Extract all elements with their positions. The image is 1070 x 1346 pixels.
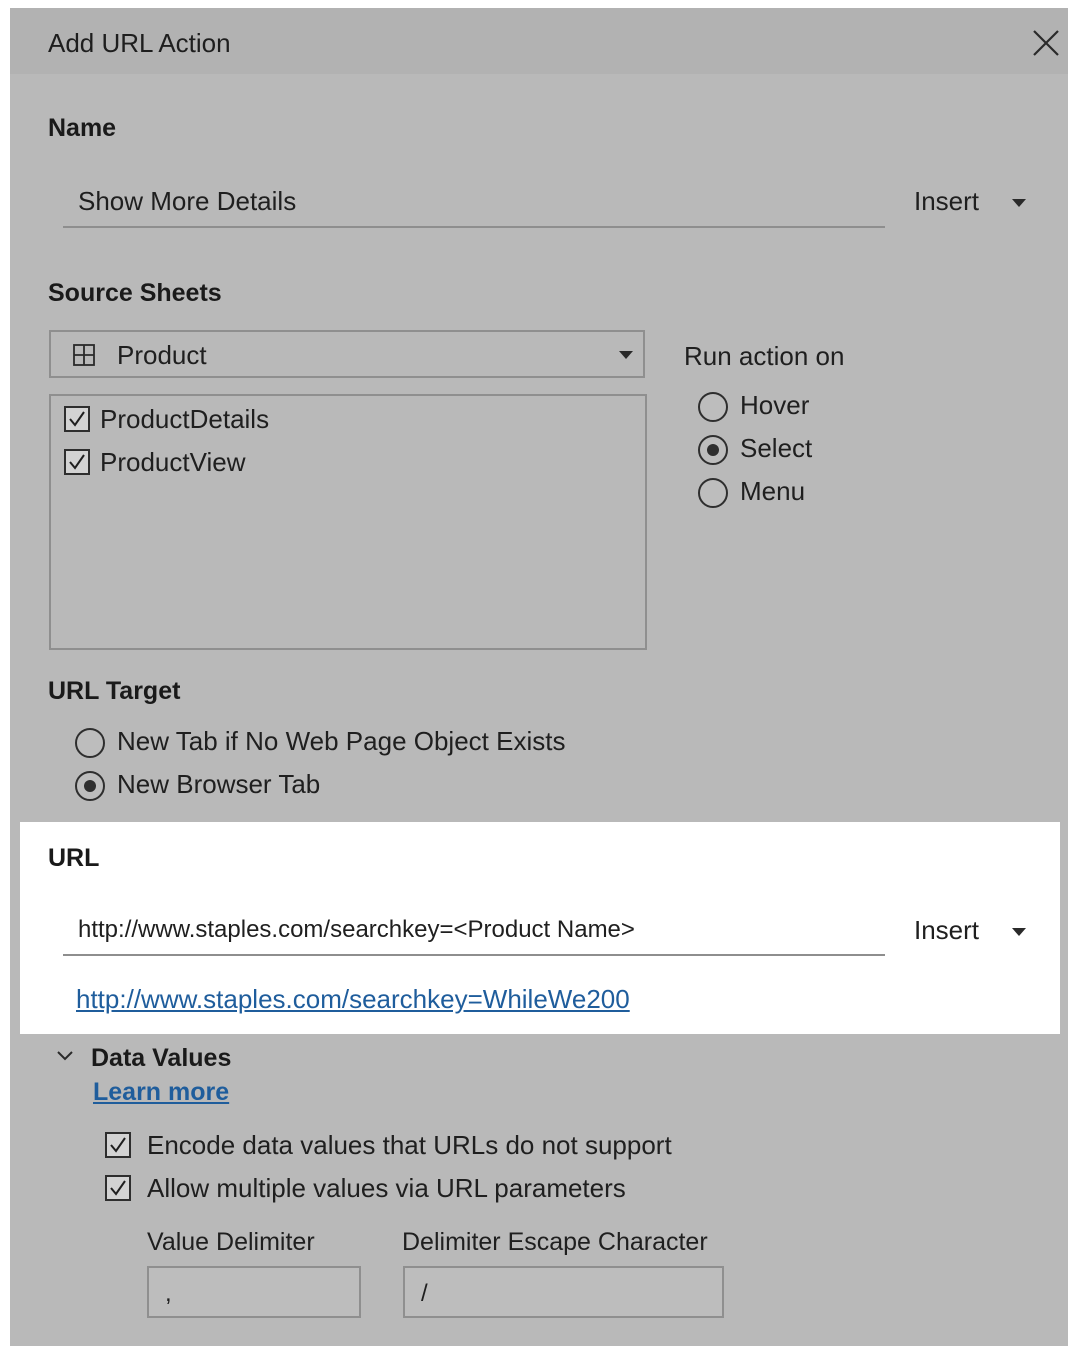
dialog-title: Add URL Action [48, 28, 231, 58]
radio-button[interactable] [698, 392, 728, 422]
radio-label: Hover [740, 390, 810, 420]
name-section-label: Name [48, 114, 117, 142]
name-insert-dropdown[interactable]: Insert [914, 184, 1044, 224]
checkmark-icon [110, 1137, 126, 1153]
name-input-value: Show More Details [78, 186, 297, 216]
radio-label: Select [740, 433, 813, 463]
radio-new-tab-if-none[interactable]: New Tab if No Web Page Object Exists [75, 726, 775, 760]
radio-button[interactable] [698, 478, 728, 508]
name-input[interactable]: Show More Details [63, 180, 885, 228]
url-insert-label: Insert [914, 915, 980, 945]
source-sheets-label: Source Sheets [48, 279, 222, 307]
url-target-label: URL Target [48, 677, 181, 705]
sheet-checkbox[interactable] [64, 406, 90, 432]
url-input[interactable]: http://www.staples.com/searchkey=<Produc… [63, 910, 885, 956]
close-icon[interactable] [1031, 28, 1061, 58]
add-url-action-dialog: Add URL Action Name Show More Details In… [10, 8, 1068, 1346]
sheet-item-label: ProductView [100, 447, 246, 477]
checkmark-icon [110, 1180, 126, 1196]
name-insert-label: Insert [914, 186, 980, 216]
encode-checkbox[interactable] [105, 1132, 131, 1158]
data-values-label[interactable]: Data Values [91, 1044, 231, 1073]
sheet-item[interactable]: ProductView [64, 447, 624, 479]
datasource-select-value: Product [117, 340, 207, 370]
radio-button[interactable] [75, 728, 105, 758]
checkmark-icon [69, 454, 85, 470]
run-action-label: Run action on [684, 341, 845, 371]
sheet-item-label: ProductDetails [100, 404, 270, 434]
chevron-down-icon [1012, 199, 1026, 207]
url-insert-dropdown[interactable]: Insert [914, 913, 1044, 953]
radio-label: Menu [740, 476, 806, 506]
chevron-down-icon [1012, 928, 1026, 936]
value-delimiter-label: Value Delimiter [147, 1228, 315, 1256]
encode-data-option[interactable]: Encode data values that URLs do not supp… [105, 1130, 805, 1162]
checkmark-icon [69, 411, 85, 427]
allow-multiple-label: Allow multiple values via URL parameters [147, 1173, 626, 1203]
allow-multiple-option[interactable]: Allow multiple values via URL parameters [105, 1173, 805, 1205]
allow-multiple-checkbox[interactable] [105, 1175, 131, 1201]
escape-char-label: Delimiter Escape Character [402, 1228, 708, 1256]
sheet-checkbox[interactable] [64, 449, 90, 475]
learn-more-link[interactable]: Learn more [93, 1078, 229, 1107]
url-input-value: http://www.staples.com/searchkey=<Produc… [78, 916, 635, 943]
radio-hover[interactable]: Hover [698, 390, 998, 424]
chevron-down-icon[interactable] [56, 1050, 74, 1062]
radio-menu[interactable]: Menu [698, 476, 998, 510]
chevron-down-icon [619, 351, 633, 359]
radio-select[interactable]: Select [698, 433, 998, 467]
encode-label: Encode data values that URLs do not supp… [147, 1130, 672, 1160]
radio-label: New Browser Tab [117, 769, 321, 799]
url-section-label: URL [48, 844, 100, 872]
radio-new-browser-tab[interactable]: New Browser Tab [75, 769, 775, 803]
radio-button[interactable] [75, 771, 105, 801]
value-delimiter-input[interactable]: , [147, 1266, 361, 1318]
sheet-list: ProductDetails ProductView [49, 394, 647, 650]
radio-label: New Tab if No Web Page Object Exists [117, 726, 566, 756]
url-preview-link[interactable]: http://www.staples.com/searchkey=WhileWe… [76, 984, 630, 1015]
datasource-select[interactable]: Product [49, 330, 645, 378]
radio-button[interactable] [698, 435, 728, 465]
table-grid-icon [73, 344, 95, 366]
sheet-item[interactable]: ProductDetails [64, 404, 624, 436]
escape-char-input[interactable]: / [403, 1266, 724, 1318]
